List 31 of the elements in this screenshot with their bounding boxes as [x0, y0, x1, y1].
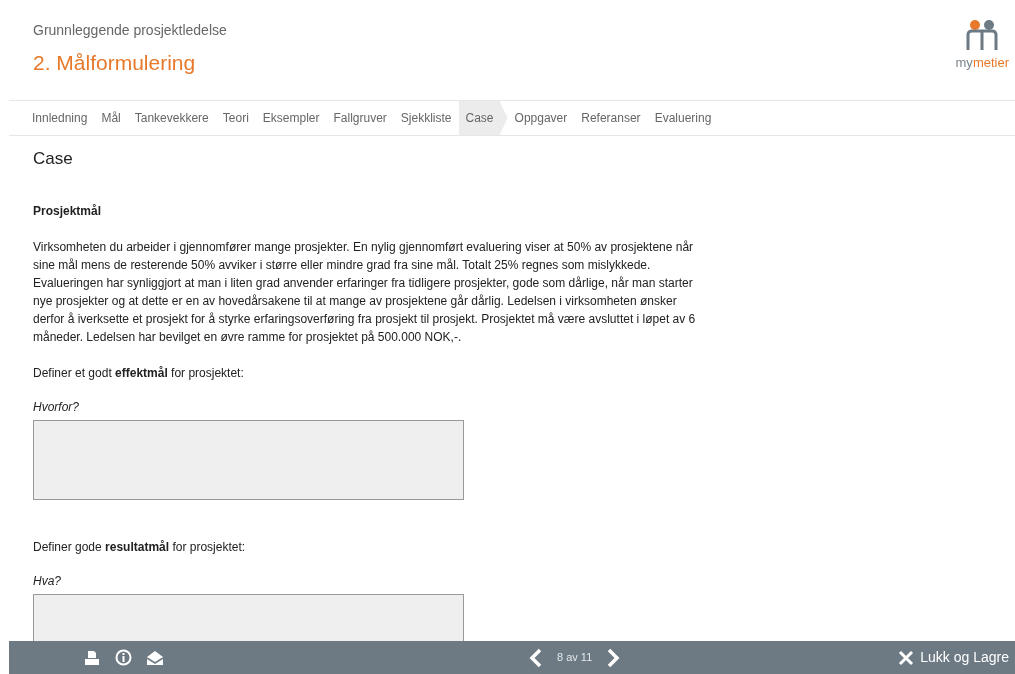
- nav-tab[interactable]: Sjekkliste: [393, 101, 459, 135]
- answer-box[interactable]: [33, 420, 464, 500]
- field-label: Hva?: [33, 573, 62, 590]
- print-icon[interactable]: [83, 649, 101, 666]
- nav-tab[interactable]: Evaluering: [647, 101, 719, 135]
- section-title: Case: [33, 150, 74, 168]
- people-logo-icon: [964, 20, 1001, 50]
- nav-tab[interactable]: Mål: [94, 101, 128, 135]
- nav-tab[interactable]: Referanser: [574, 101, 648, 135]
- page-counter: 8 av 11: [557, 650, 593, 666]
- previous-icon[interactable]: [529, 647, 543, 668]
- nav-tab[interactable]: Fallgruver: [326, 101, 394, 135]
- close-and-save-button[interactable]: Lukk og Lagre: [892, 647, 1015, 668]
- nav-tab[interactable]: Tankevekkere: [127, 101, 216, 135]
- close-icon: [898, 649, 915, 666]
- nav-tab[interactable]: Eksempler: [255, 101, 327, 135]
- nav-tab[interactable]: Innledning: [25, 101, 95, 135]
- logo-text: mymetier: [955, 54, 1009, 72]
- subheading: Prosjektmål: [33, 203, 103, 220]
- next-icon[interactable]: [606, 647, 621, 668]
- nav-tab[interactable]: Teori: [215, 101, 256, 135]
- case-paragraph: Virksomheten du arbeider i gjennomfører mange prosjekter. En nylig gjennomført evaluering viser at 50% av prosjektene når sine mål mens de resterende 50% avviker i større eller mindre grad fra sine mål. Totalt 25% regnes som mislykkede. Evalueringen har synliggjort at man i liten grad anvender erfaringer fra tidligere prosjekter, gode som dårlige, når man starter nye prosjekter og at dette er en av hovedårsakene til at mange av prosjektene går dårlig. Ledelsen i virksomheten ønsker derfor å iverksette et prosjekt for å styrke erfaringsoverføring fra prosjekt til prosjekt. Prosjektet må være avsluttet i løpet av 6 måneder. Ledelsen har bevilget en øvre ramme for prosjektet på 500.000 NOK,-.: [33, 239, 697, 346]
- question-prompt: Definer et godt effektmål for prosjektet:: [33, 365, 245, 382]
- nav-tab[interactable]: Oppgaver: [507, 101, 575, 135]
- envelope-icon[interactable]: [146, 649, 164, 666]
- nav-tab[interactable]: Case: [458, 101, 508, 135]
- question-prompt: Definer gode resultatmål for prosjektet:: [33, 539, 247, 556]
- info-icon[interactable]: [115, 649, 132, 666]
- course-title: Grunnleggende prosjektledelse: [33, 21, 227, 40]
- field-label: Hvorfor?: [33, 399, 80, 416]
- page-title: 2. Målformulering: [33, 50, 197, 76]
